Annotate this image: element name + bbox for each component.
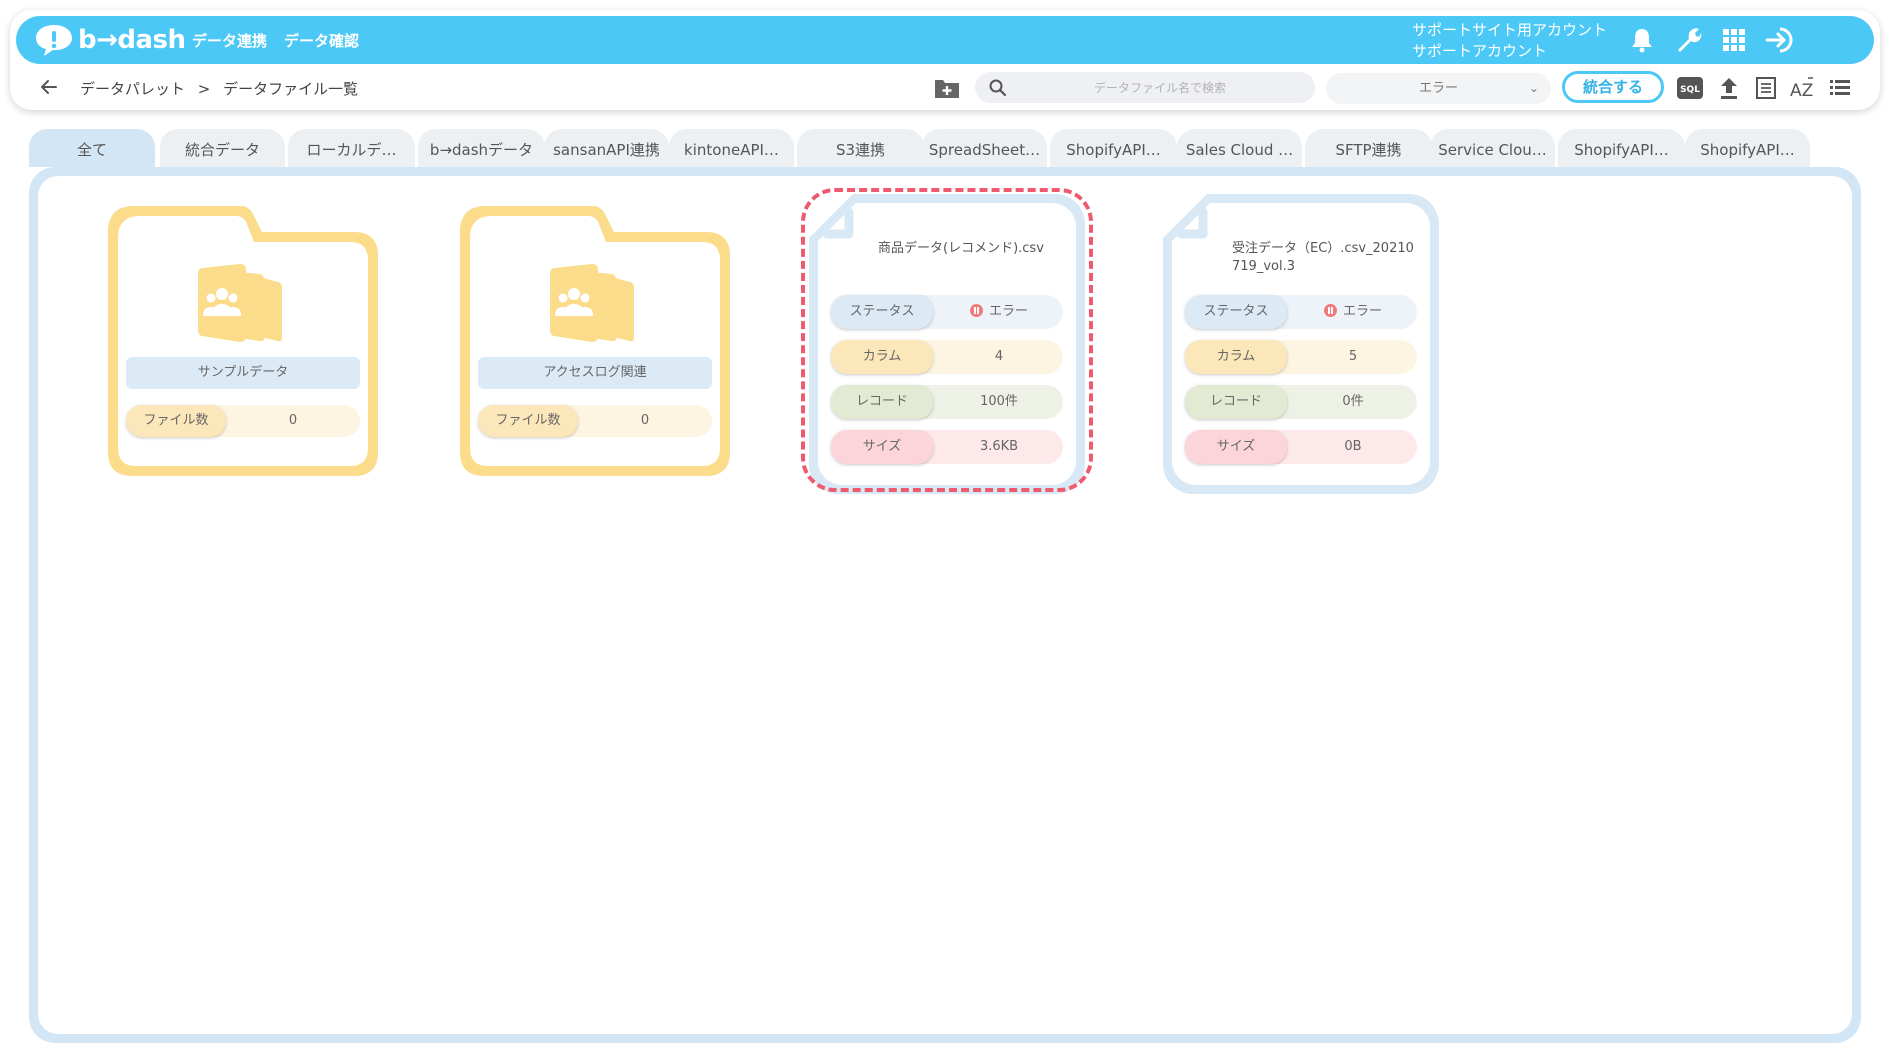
status-filter-select[interactable]: エラー ⌄ [1326,73,1551,104]
tab-local-data[interactable]: ローカルデ… [288,129,415,167]
menu-list-icon[interactable] [1827,75,1853,101]
status-row: ステータス エラー [831,295,1063,329]
column-value: 5 [1348,349,1358,364]
tab-merged-data[interactable]: 統合データ [160,129,285,167]
svg-text:SQL: SQL [1680,85,1700,95]
tab-shopify-api-3[interactable]: ShopifyAPI… [1685,129,1810,167]
search-icon [989,79,1006,96]
nav-data-integration[interactable]: データ連携 [192,30,267,51]
file-corner-fold-icon [1176,207,1208,239]
size-value: 3.6KB [979,439,1019,454]
bell-icon[interactable] [1626,24,1658,56]
status-label: ステータス [1185,295,1287,329]
upload-icon[interactable] [1716,75,1742,101]
back-arrow-icon[interactable] [38,76,60,98]
column-row: カラム 5 [1185,340,1417,374]
folder-stack-icon [198,264,282,342]
status-value: エラー [1289,295,1417,329]
folder-card[interactable]: アクセスログ関連 ファイル数 0 [456,202,734,480]
status-filter-value: エラー [1418,81,1458,96]
logout-icon[interactable] [1764,24,1796,56]
file-name: 受注データ（EC）.csv_20210719_vol.3 [1232,241,1414,274]
column-row: カラム 4 [831,340,1063,374]
tab-spreadsheet[interactable]: SpreadSheet… [922,129,1047,167]
status-text: エラー [1342,304,1382,319]
folder-name: サンプルデータ [126,357,360,389]
file-count-label: ファイル数 [478,405,578,437]
column-label: カラム [831,340,933,374]
account-name: サポートサイト用アカウント [1412,21,1608,39]
tab-s3[interactable]: S3連携 [797,129,924,167]
tab-bdash-data[interactable]: b→dashデータ [418,129,545,167]
account-user: サポートアカウント [1412,42,1548,60]
tab-all[interactable]: 全て [29,129,155,167]
column-value: 4 [994,349,1004,364]
logo-text: b→dash [78,25,186,55]
grid-apps-icon[interactable] [1718,24,1750,56]
svg-text:AZ: AZ [1790,81,1813,100]
tab-shopify-api-1[interactable]: ShopifyAPI… [1050,129,1177,167]
bdash-logo[interactable]: b→dash [34,22,186,58]
file-corner-fold-icon [822,207,854,239]
record-value: 100件 [980,394,1018,409]
chevron-down-icon: ⌄ [1528,81,1539,95]
source-tabs: 全て 統合データ ローカルデ… b→dashデータ sansanAPI連携 ki… [29,129,1829,167]
error-icon [969,304,983,317]
nav-data-check[interactable]: データ確認 [284,30,359,51]
file-card[interactable]: 受注データ（EC）.csv_20210719_vol.3 ステータス エラー カ… [1163,194,1439,494]
folder-stack-icon [550,264,634,342]
record-value: 0件 [1342,394,1364,409]
file-count-value: 0 [640,413,650,428]
size-row: サイズ 0B [1185,430,1417,464]
tab-kintone-api[interactable]: kintoneAPI… [669,129,794,167]
folder-name: アクセスログ関連 [478,357,712,389]
logo-bubble-icon [36,25,72,56]
status-value: エラー [935,295,1063,329]
error-icon [1323,304,1337,317]
breadcrumb: データパレット > データファイル一覧 [80,78,358,99]
top-navigation-bar: b→dash データ連携 データ確認 サポートサイト用アカウント サポートアカウ… [16,16,1874,64]
list-view-icon[interactable] [1753,75,1779,101]
search-box [975,72,1315,103]
file-count-label: ファイル数 [126,405,226,437]
tab-service-cloud[interactable]: Service Clou… [1430,129,1555,167]
merge-button[interactable]: 統合する [1562,71,1664,103]
breadcrumb-parent[interactable]: データパレット [80,78,185,99]
search-input[interactable] [1015,72,1305,103]
tab-sansan-api[interactable]: sansanAPI連携 [544,129,669,167]
breadcrumb-current: データファイル一覧 [223,80,359,98]
tab-sales-cloud[interactable]: Sales Cloud … [1177,129,1302,167]
status-label: ステータス [831,295,933,329]
breadcrumb-separator: > [197,80,211,98]
column-label: カラム [1185,340,1287,374]
wrench-icon[interactable] [1672,24,1704,56]
tab-shopify-api-2[interactable]: ShopifyAPI… [1558,129,1685,167]
account-info[interactable]: サポートサイト用アカウント サポートアカウント [1412,20,1607,62]
folder-card[interactable]: サンプルデータ ファイル数 0 [104,202,382,480]
size-row: サイズ 3.6KB [831,430,1063,464]
sort-az-icon[interactable]: AZ [1790,75,1816,101]
new-folder-icon[interactable] [934,76,960,100]
file-name: 商品データ(レコメンド).csv [878,241,1044,256]
file-card[interactable]: 商品データ(レコメンド).csv ステータス エラー カラム 4 レコード 10… [809,194,1085,494]
status-row: ステータス エラー [1185,295,1417,329]
status-text: エラー [988,304,1028,319]
size-label: サイズ [1185,430,1287,464]
folder-file-count-row: ファイル数 0 [126,405,360,437]
sql-icon[interactable]: SQL [1677,75,1703,101]
record-label: レコード [1185,385,1287,419]
folder-file-count-row: ファイル数 0 [478,405,712,437]
record-label: レコード [831,385,933,419]
record-row: レコード 100件 [831,385,1063,419]
file-count-value: 0 [288,413,298,428]
size-label: サイズ [831,430,933,464]
record-row: レコード 0件 [1185,385,1417,419]
size-value: 0B [1344,439,1362,454]
tab-sftp[interactable]: SFTP連携 [1305,129,1432,167]
